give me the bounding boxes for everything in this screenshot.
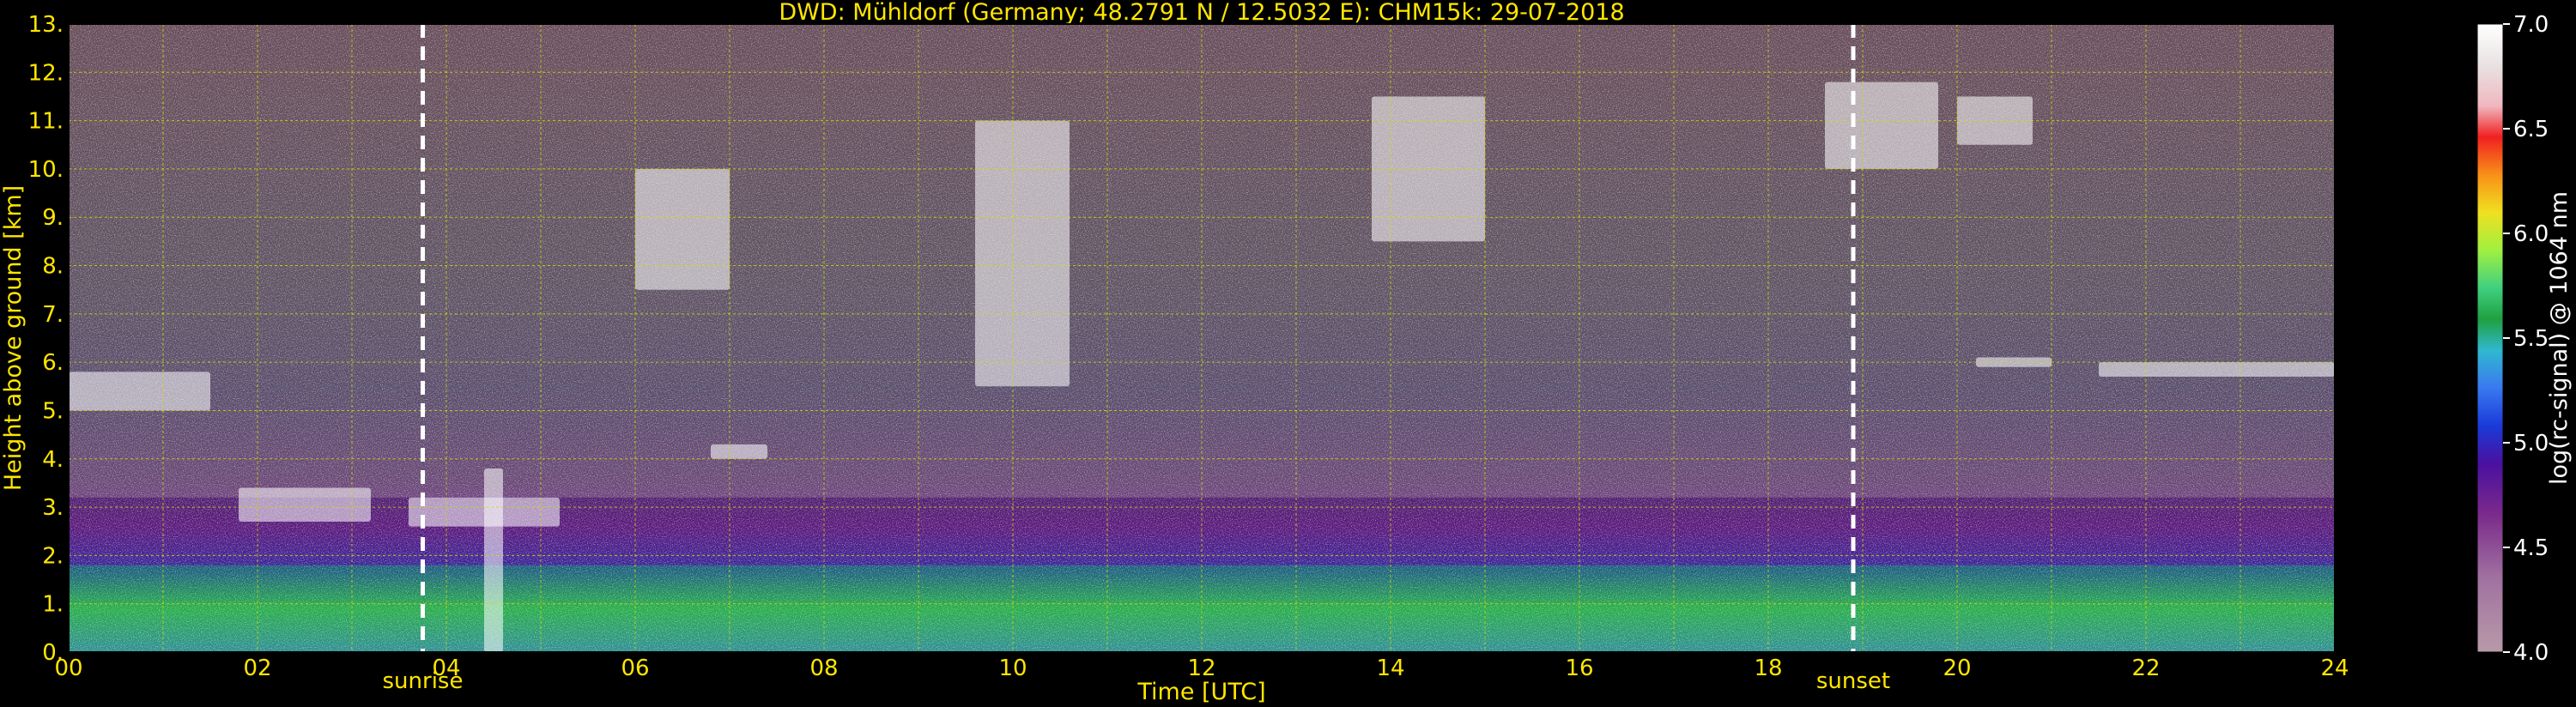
x-axis-label: Time [UTC] bbox=[1136, 679, 1265, 705]
y-tick-label: 3. bbox=[42, 495, 64, 521]
sunset-label: sunset bbox=[1816, 668, 1890, 694]
y-tick-label: 2. bbox=[42, 543, 64, 569]
colorbar-tick-label: 5.5 bbox=[2513, 326, 2549, 352]
y-tick-labels: 0.1.2.3.4.5.6.7.8.9.10.11.12.13. bbox=[28, 12, 64, 666]
x-tick-label: 08 bbox=[809, 656, 838, 681]
x-tick-label: 20 bbox=[1943, 656, 1971, 681]
x-tick-label: 04 bbox=[432, 656, 460, 681]
x-tick-label: 14 bbox=[1376, 656, 1404, 681]
x-tick-label: 02 bbox=[243, 656, 271, 681]
colorbar-tick-label: 6.5 bbox=[2513, 117, 2549, 142]
y-tick-label: 13. bbox=[28, 12, 64, 38]
colorbar-tick-label: 4.5 bbox=[2513, 535, 2549, 561]
colorbar-tick-label: 4.0 bbox=[2513, 640, 2549, 666]
colorbar-tick-label: 6.0 bbox=[2513, 221, 2549, 247]
y-tick-label: 11. bbox=[28, 109, 64, 135]
plot-area: sunrise sunset bbox=[68, 23, 2336, 694]
x-tick-label: 22 bbox=[2131, 656, 2160, 681]
colorbar-tick-label: 7.0 bbox=[2513, 12, 2549, 38]
y-tick-label: 12. bbox=[28, 60, 64, 86]
y-tick-label: 4. bbox=[42, 447, 64, 473]
y-tick-label: 5. bbox=[42, 398, 64, 424]
y-tick-label: 1. bbox=[42, 592, 64, 618]
y-tick-label: 8. bbox=[42, 254, 64, 280]
chart-title: DWD: Mühldorf (Germany; 48.2791 N / 12.5… bbox=[779, 0, 1624, 26]
x-tick-label: 10 bbox=[998, 656, 1027, 681]
x-tick-label: 18 bbox=[1754, 656, 1782, 681]
y-tick-label: 6. bbox=[42, 350, 64, 376]
x-tick-label: 16 bbox=[1565, 656, 1593, 681]
colorbar-gradient bbox=[2476, 23, 2504, 653]
y-tick-label: 10. bbox=[28, 157, 64, 183]
colorbar: 4.0 4.5 5.0 5.5 6.0 6.5 7.0 log(rc-signal) @ 1… bbox=[2476, 12, 2573, 666]
x-tick-label: 12 bbox=[1187, 656, 1215, 681]
y-tick-label: 9. bbox=[42, 205, 64, 231]
colorbar-label: log(rc-signal) @ 1064 nm bbox=[2546, 191, 2573, 485]
y-axis-label: Height above ground [km] bbox=[0, 185, 27, 491]
x-tick-label: 00 bbox=[54, 656, 82, 681]
ceilometer-chart: DWD: Mühldorf (Germany; 48.2791 N / 12.5… bbox=[0, 0, 2573, 705]
x-tick-label: 06 bbox=[621, 656, 649, 681]
colorbar-ticks: 4.0 4.5 5.0 5.5 6.0 6.5 7.0 bbox=[2503, 12, 2549, 666]
colorbar-tick-label: 5.0 bbox=[2513, 431, 2549, 456]
y-tick-label: 7. bbox=[42, 302, 64, 328]
x-tick-label: 24 bbox=[2320, 656, 2349, 681]
